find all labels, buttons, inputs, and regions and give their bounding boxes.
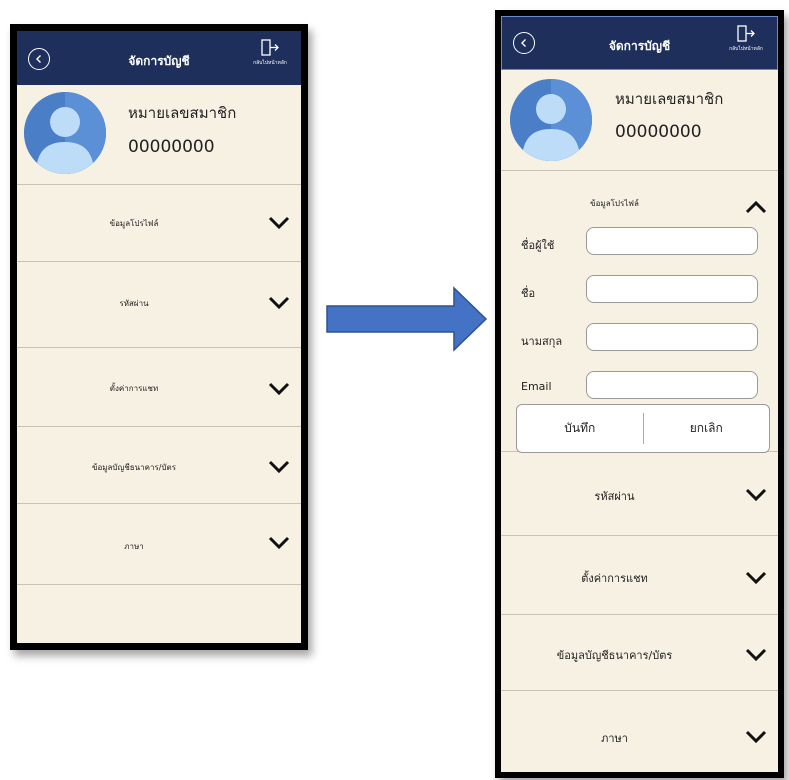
account-screen: จัดการบัญชี กลับไปหน้าหลัก หมายเลขสมาชิก… xyxy=(17,31,301,643)
section-label: ตั้งค่าการแชท xyxy=(109,384,159,393)
name-input[interactable] xyxy=(586,275,758,303)
section-label: ภาษา xyxy=(124,542,144,551)
section-bank-info[interactable]: ข้อมูลบัญชีธนาคาร/บัตร xyxy=(501,615,778,691)
surname-input[interactable] xyxy=(586,323,758,351)
chevron-down-icon xyxy=(268,536,290,550)
cancel-button[interactable]: ยกเลิก xyxy=(644,405,770,452)
home-label: กลับไปหน้าหลัก xyxy=(253,60,287,66)
home-label: กลับไปหน้าหลัก xyxy=(729,46,763,52)
screen-after: จัดการบัญชี กลับไปหน้าหลัก หมายเลขสมาชิก… xyxy=(495,10,784,778)
surname-label: นามสกุล xyxy=(521,335,563,348)
name-label: ชื่อ xyxy=(521,287,536,300)
section-password[interactable]: รหัสผ่าน xyxy=(17,262,301,348)
section-label: ข้อมูลโปรไฟล์ xyxy=(109,219,159,228)
section-language[interactable]: ภาษา xyxy=(501,691,778,772)
email-row: Email xyxy=(501,371,778,403)
username-label: ชื่อผู้ใช้ xyxy=(521,239,555,252)
app-bar: จัดการบัญชี กลับไปหน้าหลัก xyxy=(17,31,301,85)
section-profile-info-expanded: ข้อมูลโปรไฟล์ ชื่อผู้ใช้ ชื่อ นามสกุล Em… xyxy=(501,170,778,453)
transition-arrow-icon xyxy=(326,286,488,352)
email-input[interactable] xyxy=(586,371,758,399)
chevron-down-icon xyxy=(745,488,767,502)
username-input[interactable] xyxy=(586,227,758,255)
section-bank-info[interactable]: ข้อมูลบัญชีธนาคาร/บัตร xyxy=(17,427,301,504)
app-bar: จัดการบัญชี กลับไปหน้าหลัก xyxy=(501,16,778,70)
section-label: ข้อมูลบัญชีธนาคาร/บัตร xyxy=(91,463,177,472)
chevron-down-icon xyxy=(268,460,290,474)
username-row: ชื่อผู้ใช้ xyxy=(501,227,778,259)
form-actions: บันทึก ยกเลิก xyxy=(516,404,770,453)
section-language[interactable]: ภาษา xyxy=(17,504,301,585)
member-number: 00000000 xyxy=(615,122,702,142)
section-chat-settings[interactable]: ตั้งค่าการแชท xyxy=(17,348,301,427)
surname-row: นามสกุล xyxy=(501,323,778,355)
member-label: หมายเลขสมาชิก xyxy=(615,90,724,108)
section-label: ภาษา xyxy=(601,732,628,745)
chevron-down-icon xyxy=(745,730,767,744)
email-label: Email xyxy=(521,380,552,393)
chevron-down-icon xyxy=(745,571,767,585)
screen-before: จัดการบัญชี กลับไปหน้าหลัก หมายเลขสมาชิก… xyxy=(10,24,308,650)
chevron-down-icon xyxy=(268,296,290,310)
account-screen-expanded: จัดการบัญชี กลับไปหน้าหลัก หมายเลขสมาชิก… xyxy=(501,16,778,772)
avatar xyxy=(24,92,106,174)
exit-door-icon xyxy=(261,39,279,56)
chevron-down-icon xyxy=(268,216,290,230)
section-label: ตั้งค่าการแชท xyxy=(581,572,648,585)
home-button[interactable]: กลับไปหน้าหลัก xyxy=(243,39,297,67)
section-label: รหัสผ่าน xyxy=(594,490,635,503)
section-label: ข้อมูลบัญชีธนาคาร/บัตร xyxy=(556,649,673,662)
avatar xyxy=(510,79,592,161)
section-chat-settings[interactable]: ตั้งค่าการแชท xyxy=(501,536,778,615)
exit-door-icon xyxy=(737,25,755,42)
profile-header: หมายเลขสมาชิก 00000000 xyxy=(17,85,301,185)
chevron-down-icon xyxy=(745,648,767,662)
chevron-up-icon[interactable] xyxy=(744,195,768,219)
save-button[interactable]: บันทึก xyxy=(517,405,643,452)
profile-header: หมายเลขสมาชิก 00000000 xyxy=(501,70,778,171)
section-password[interactable]: รหัสผ่าน xyxy=(501,452,778,536)
section-label: รหัสผ่าน xyxy=(119,299,149,308)
member-number: 00000000 xyxy=(128,137,215,157)
name-row: ชื่อ xyxy=(501,275,778,307)
section-label[interactable]: ข้อมูลโปรไฟล์ xyxy=(501,197,728,210)
home-button[interactable]: กลับไปหน้าหลัก xyxy=(719,25,773,53)
chevron-down-icon xyxy=(268,382,290,396)
section-profile-info[interactable]: ข้อมูลโปรไฟล์ xyxy=(17,184,301,262)
member-label: หมายเลขสมาชิก xyxy=(128,104,237,122)
